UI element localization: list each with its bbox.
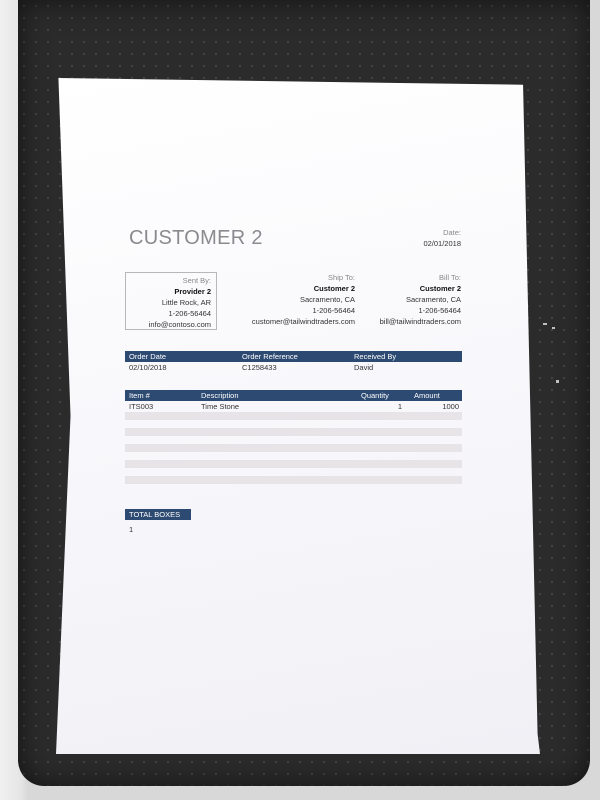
sent-by-city: Little Rock, AR — [161, 298, 211, 307]
table-row: 02/10/2018 C1258433 David — [125, 362, 462, 373]
empty-row-stripe — [125, 428, 462, 436]
quantity-cell: 1 — [397, 402, 402, 411]
mat-fleck — [543, 323, 547, 325]
order-table-header: Order Date Order Reference Received By — [125, 351, 462, 362]
empty-row-stripe — [125, 412, 462, 420]
item-number-cell: ITS003 — [129, 402, 154, 411]
column-header: Order Reference — [242, 352, 298, 361]
column-header: Item # — [129, 391, 150, 400]
items-table: Item # Description Quantity Amount ITS00… — [125, 390, 462, 484]
document-title: CUSTOMER 2 — [129, 227, 263, 249]
empty-row-stripe — [125, 444, 462, 452]
order-date-cell: 02/10/2018 — [129, 363, 167, 372]
sent-by-phone: 1-206-56464 — [168, 309, 211, 318]
address-row: Sent By: Provider 2 Little Rock, AR 1-20… — [125, 272, 465, 336]
empty-row-stripe — [125, 476, 462, 484]
mat-fleck — [556, 380, 559, 383]
sent-by-email: info@contoso.com — [148, 320, 211, 329]
date-label: Date: — [443, 228, 461, 237]
bill-to-phone: 1-206-56464 — [418, 306, 461, 315]
column-header: Description — [201, 391, 239, 400]
column-header: Amount — [414, 391, 440, 400]
total-boxes-header: TOTAL BOXES — [125, 509, 191, 520]
column-header: Quantity — [361, 391, 389, 400]
bill-to-label: Bill To: — [439, 273, 461, 282]
mat-fleck — [552, 327, 555, 329]
empty-row-stripe — [125, 460, 462, 468]
ship-to-name: Customer 2 — [313, 284, 355, 293]
items-table-header: Item # Description Quantity Amount — [125, 390, 462, 401]
total-boxes-value: 1 — [129, 525, 134, 534]
ship-to-block: Ship To: Customer 2 Sacramento, CA 1-206… — [243, 272, 355, 327]
date-value: 02/01/2018 — [423, 239, 461, 248]
column-header: Order Date — [129, 352, 167, 361]
order-reference-cell: C1258433 — [242, 363, 277, 372]
amount-cell: 1000 — [442, 402, 459, 411]
sent-by-name: Provider 2 — [174, 287, 211, 296]
photo-scene: CUSTOMER 2 Date: 02/01/2018 Sent By: Pro… — [0, 0, 600, 800]
ship-to-phone: 1-206-56464 — [312, 306, 355, 315]
order-table: Order Date Order Reference Received By 0… — [125, 351, 462, 373]
date-block: Date: 02/01/2018 — [423, 227, 461, 249]
sent-by-block: Sent By: Provider 2 Little Rock, AR 1-20… — [125, 272, 217, 330]
bill-to-city: Sacramento, CA — [405, 295, 461, 304]
bill-to-name: Customer 2 — [419, 284, 461, 293]
bill-to-email: bill@tailwindtraders.com — [379, 317, 461, 326]
ship-to-label: Ship To: — [328, 273, 355, 282]
table-row: ITS003 Time Stone 1 1000 — [125, 401, 462, 412]
ship-to-email: customer@tailwindtraders.com — [251, 317, 355, 326]
bill-to-block: Bill To: Customer 2 Sacramento, CA 1-206… — [361, 272, 461, 327]
column-header: Received By — [354, 352, 397, 361]
sent-by-label: Sent By: — [182, 276, 211, 285]
ship-to-city: Sacramento, CA — [299, 295, 355, 304]
received-by-cell: David — [354, 363, 374, 372]
description-cell: Time Stone — [201, 402, 240, 411]
